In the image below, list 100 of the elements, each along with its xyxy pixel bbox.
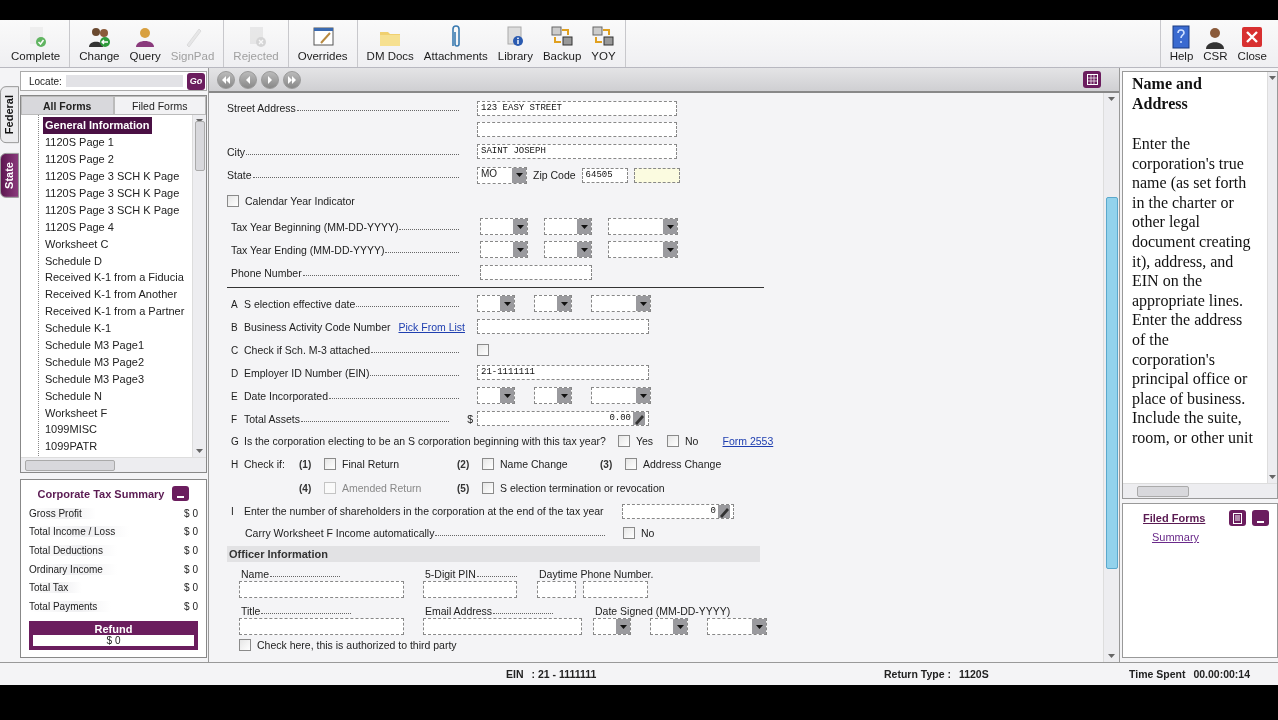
summary-value: $ 0 bbox=[184, 526, 198, 538]
city-field[interactable]: SAINT JOSEPH bbox=[477, 144, 677, 159]
toolbar-button[interactable]: Change bbox=[74, 20, 125, 67]
email-field[interactable] bbox=[423, 618, 582, 635]
checkbox[interactable] bbox=[667, 435, 680, 447]
line-letter: H bbox=[231, 458, 240, 470]
tree-item[interactable]: 1120S Page 2 bbox=[43, 150, 116, 168]
text-field[interactable]: 21-1111111 bbox=[477, 365, 649, 380]
dropdown[interactable] bbox=[593, 618, 631, 635]
back-button[interactable] bbox=[239, 70, 257, 89]
toolbar-button[interactable]: Attachments bbox=[418, 20, 493, 67]
tree-item[interactable]: Schedule K-1 bbox=[43, 319, 114, 337]
summary-value: $ 0 bbox=[184, 582, 198, 594]
dropdown[interactable] bbox=[477, 387, 515, 404]
checkbox[interactable] bbox=[239, 638, 251, 651]
line-letter: G bbox=[231, 436, 240, 447]
checkbox[interactable] bbox=[227, 195, 239, 207]
filed-form-link[interactable]: Summary bbox=[1135, 531, 1269, 543]
minimize-button[interactable] bbox=[1252, 510, 1269, 526]
tree-item[interactable]: Worksheet C bbox=[43, 235, 111, 253]
street-address-field[interactable]: 123 EASY STREET bbox=[477, 100, 677, 116]
document-button[interactable] bbox=[1229, 510, 1246, 526]
checkbox[interactable] bbox=[617, 435, 630, 447]
tree-item[interactable]: Schedule N bbox=[43, 387, 104, 405]
toolbar-button[interactable]: Query bbox=[124, 20, 166, 67]
text-field[interactable] bbox=[477, 319, 649, 334]
pick-from-list-link[interactable]: Pick From List bbox=[398, 320, 465, 333]
zip-code-field[interactable]: 64505 bbox=[581, 167, 628, 183]
name-field[interactable] bbox=[239, 581, 404, 598]
tree-item[interactable]: Received K-1 from a Fiducia bbox=[43, 269, 186, 286]
toolbar-button[interactable]: Overrides bbox=[292, 20, 353, 67]
pencil-icon[interactable] bbox=[718, 504, 730, 518]
checkbox[interactable] bbox=[324, 458, 336, 470]
title-field[interactable] bbox=[239, 618, 404, 635]
scrollbar[interactable] bbox=[1103, 93, 1119, 662]
horizontal-scrollbar[interactable] bbox=[21, 457, 206, 472]
tree-item[interactable]: 1120S Page 4 bbox=[43, 218, 116, 236]
grid-button[interactable] bbox=[1083, 71, 1101, 88]
horizontal-scrollbar[interactable] bbox=[1123, 483, 1277, 498]
tree-item[interactable]: General Information bbox=[43, 117, 152, 134]
fast-forward-button[interactable] bbox=[283, 70, 301, 89]
scroll-thumb[interactable] bbox=[1105, 197, 1118, 569]
tree-item[interactable]: 1099MISC bbox=[43, 421, 99, 438]
tree-item[interactable]: 1120S Page 3 SCH K Page bbox=[43, 167, 182, 185]
zip-extension-field[interactable] bbox=[633, 167, 680, 183]
tree-item[interactable]: Received K-1 from a Partner bbox=[43, 302, 187, 320]
toolbar-button[interactable]: Close bbox=[1232, 20, 1272, 67]
side-tab[interactable]: State bbox=[0, 153, 19, 199]
tree-item[interactable]: 1120S Page 3 SCH K Page bbox=[43, 184, 182, 202]
help-title: Name and Address bbox=[1132, 74, 1203, 114]
scroll-thumb[interactable] bbox=[194, 121, 205, 171]
scrollbar[interactable] bbox=[1267, 72, 1277, 483]
pin-field[interactable] bbox=[423, 581, 517, 598]
tree-item[interactable]: Received K-1 from Another bbox=[43, 285, 180, 303]
dropdown[interactable] bbox=[534, 387, 572, 404]
toolbar-button[interactable]: CSR bbox=[1198, 20, 1233, 67]
dropdown[interactable] bbox=[650, 618, 688, 635]
scrollbar[interactable] bbox=[192, 115, 206, 457]
phone-field[interactable] bbox=[583, 581, 648, 598]
line-letter: I bbox=[231, 506, 235, 517]
toolbar-button[interactable]: YOY bbox=[586, 20, 621, 67]
toolbar-button[interactable]: DM Docs bbox=[361, 20, 419, 67]
area-code-field[interactable] bbox=[537, 581, 576, 598]
forward-button[interactable] bbox=[261, 70, 279, 89]
toolbar-button[interactable]: Complete bbox=[6, 20, 66, 67]
tree-item[interactable]: 1120S Page 1 bbox=[43, 133, 116, 151]
toolbar-button[interactable]: Library bbox=[492, 20, 538, 67]
amount-field[interactable]: 0.00 bbox=[477, 411, 649, 426]
rewind-button[interactable] bbox=[217, 70, 235, 89]
street-address-field[interactable] bbox=[477, 121, 677, 137]
forms-tab[interactable]: All Forms bbox=[21, 96, 114, 115]
forms-tab[interactable]: Filed Forms bbox=[113, 96, 206, 115]
tree-item[interactable]: Worksheet F bbox=[43, 404, 110, 422]
scroll-thumb[interactable] bbox=[25, 459, 115, 471]
tree-item[interactable]: Schedule M3 Page2 bbox=[43, 353, 147, 371]
form-link[interactable]: Form 2553 bbox=[722, 435, 774, 447]
minimize-button[interactable] bbox=[172, 486, 190, 501]
checkbox[interactable] bbox=[623, 527, 635, 539]
side-tab[interactable]: Federal bbox=[0, 86, 19, 144]
toolbar-button[interactable]: Help bbox=[1164, 20, 1199, 67]
tree-item[interactable]: Schedule M3 Page1 bbox=[43, 336, 147, 354]
checkbox[interactable] bbox=[482, 482, 494, 494]
go-button[interactable]: Go bbox=[187, 72, 205, 90]
phone-field[interactable] bbox=[480, 265, 592, 280]
dropdown[interactable] bbox=[477, 295, 515, 312]
dropdown[interactable]: MO bbox=[477, 166, 527, 184]
locate-field[interactable] bbox=[65, 75, 183, 87]
tree-item[interactable]: Schedule D bbox=[43, 252, 104, 269]
checkbox[interactable] bbox=[477, 343, 489, 356]
checkbox[interactable] bbox=[482, 458, 494, 470]
server-icon bbox=[591, 25, 616, 49]
toolbar-button[interactable]: Backup bbox=[537, 20, 587, 67]
number-field[interactable]: 0 bbox=[622, 503, 734, 519]
checkbox[interactable] bbox=[625, 458, 637, 470]
tree-item[interactable]: Schedule M3 Page3 bbox=[43, 370, 147, 388]
tree-item[interactable]: 1120S Page 3 SCH K Page bbox=[43, 201, 182, 219]
scroll-thumb[interactable] bbox=[1137, 485, 1189, 497]
dropdown[interactable] bbox=[534, 295, 572, 312]
tree-item[interactable]: 1099PATR bbox=[43, 437, 100, 455]
filed-forms-link[interactable]: Filed Forms bbox=[1143, 512, 1206, 524]
